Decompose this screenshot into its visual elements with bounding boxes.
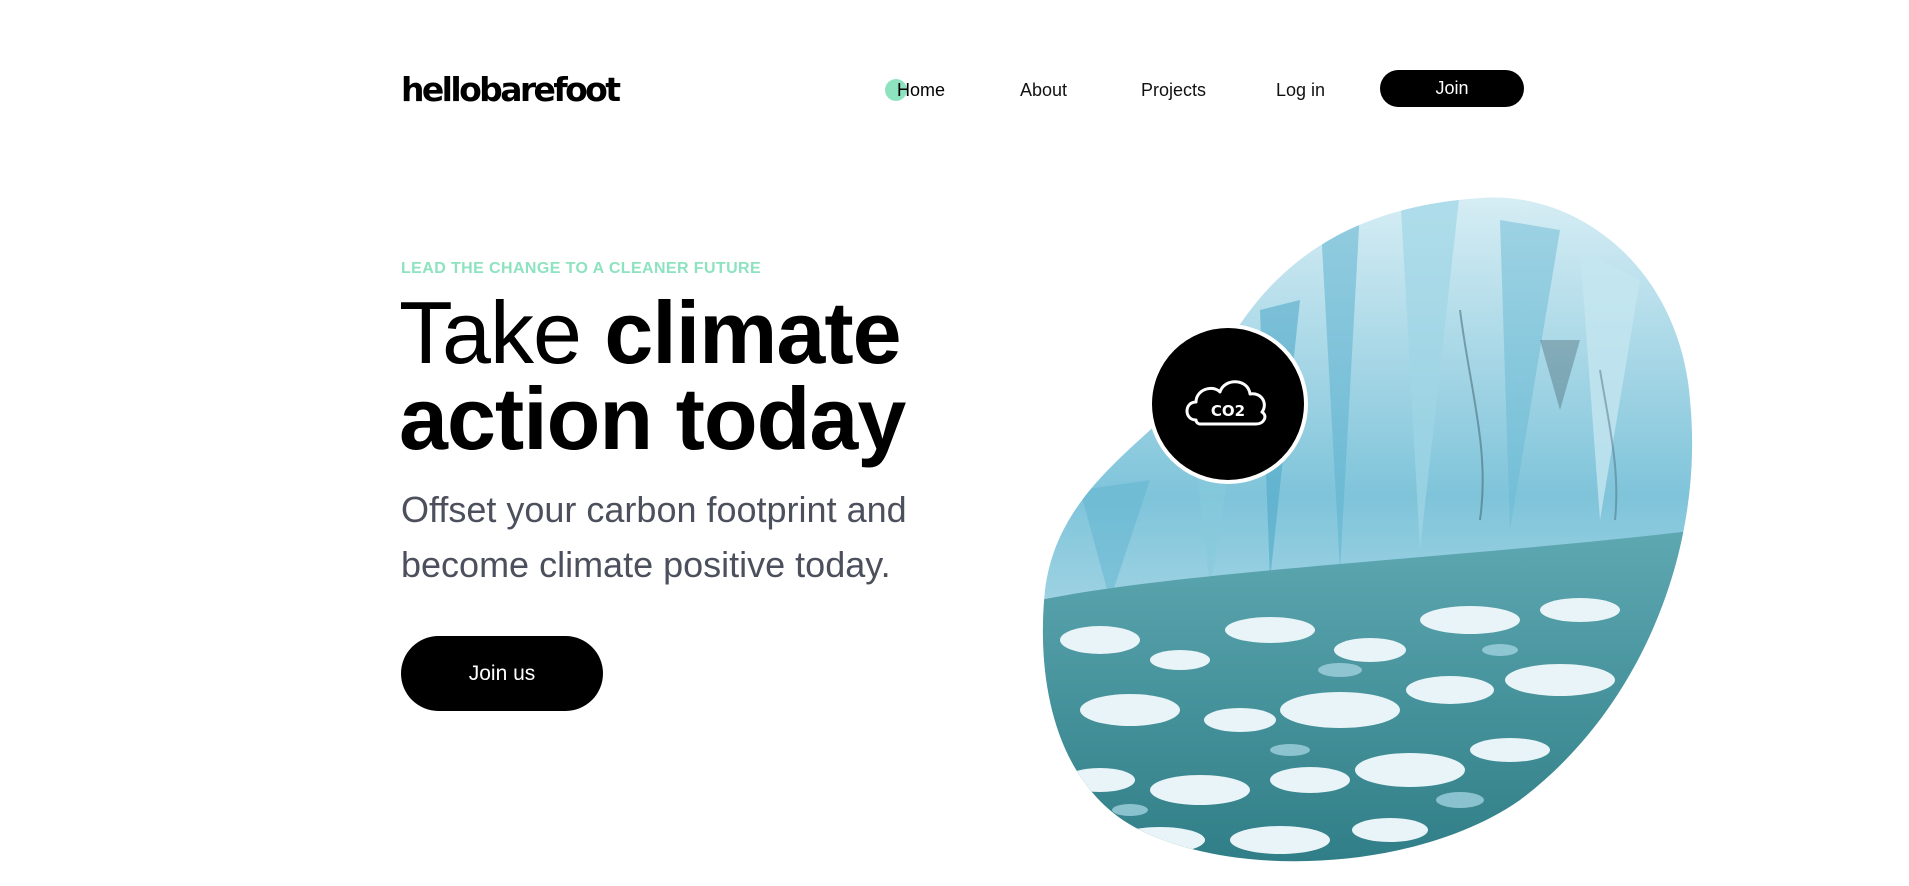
headline-bold-2: action today (399, 369, 906, 468)
co2-badge: CO2 (1148, 324, 1308, 484)
join-us-button[interactable]: Join us (401, 636, 603, 711)
nav-about[interactable]: About (1020, 70, 1067, 110)
glacier-ice-image (1042, 197, 1693, 862)
nav-home[interactable]: Home (885, 70, 946, 110)
nav-projects[interactable]: Projects (1141, 70, 1206, 110)
join-button[interactable]: Join (1380, 70, 1524, 107)
main-nav: Home About Projects Log in Join (0, 70, 1909, 110)
nav-login[interactable]: Log in (1276, 70, 1325, 110)
headline-bold-1: climate (604, 283, 901, 382)
hero-eyebrow: LEAD THE CHANGE TO A CLEANER FUTURE (401, 260, 762, 277)
cloud-co2-icon: CO2 (1185, 380, 1267, 426)
nav-projects-label: Projects (1141, 80, 1207, 100)
hero-subtext: Offset your carbon footprint and become … (401, 489, 907, 585)
headline-light: Take (399, 283, 582, 382)
nav-about-label: About (1020, 80, 1068, 100)
nav-home-label: Home (897, 80, 946, 100)
hero-headline: Take climate action today (399, 289, 906, 463)
co2-badge-text: CO2 (1211, 402, 1245, 420)
nav-login-label: Log in (1276, 80, 1326, 100)
